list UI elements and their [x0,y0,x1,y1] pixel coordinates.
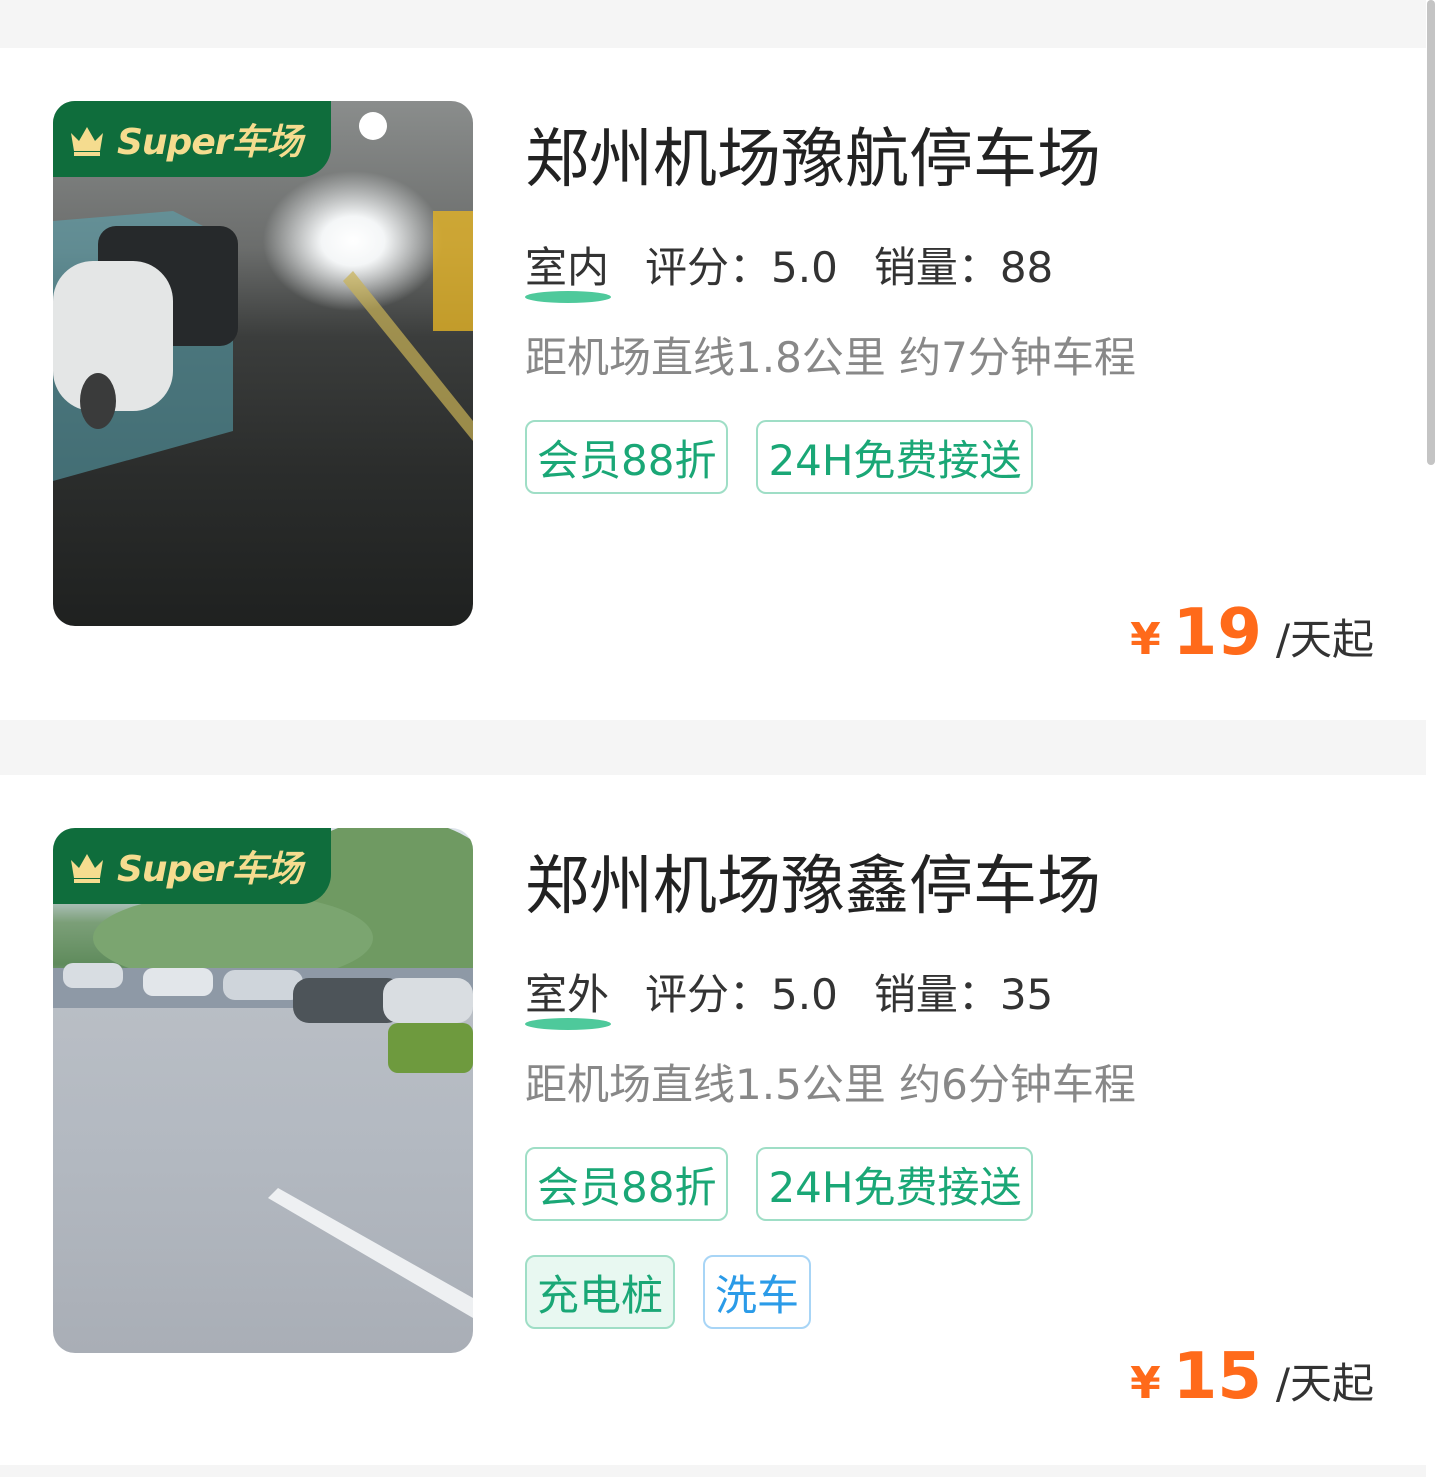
price-value: 15 [1172,1340,1262,1414]
photo-scene [53,828,473,1318]
parking-card[interactable]: Super车场 郑州机场豫航停车场 室内 评分：5.0 销量：88 距机场直线1… [0,48,1426,720]
tag-list: 会员88折 24H免费接送 [525,420,1061,494]
price-unit: /天起 [1275,1359,1374,1408]
parking-meta: 室外 评分：5.0 销量：35 [525,961,1089,1030]
parking-card[interactable]: Super车场 郑州机场豫鑫停车场 室外 评分：5.0 销量：35 距机场直线1… [0,775,1426,1465]
location-type-badge: 室外 [525,961,612,1030]
super-badge-label: Super车场 [117,122,302,163]
distance-text: 距机场直线1.5公里 约6分钟车程 [525,1060,1136,1109]
tag-member-discount: 会员88折 [525,420,729,494]
facility-tag-list: 充电桩 洗车 [525,1255,839,1329]
super-badge-label: Super车场 [117,849,302,890]
photo-scene [53,112,473,481]
super-badge: Super车场 [53,828,331,904]
price-currency: ¥ [1130,614,1161,665]
rating-text: 评分：5.0 [645,970,838,1019]
price-value: 19 [1172,596,1262,670]
parking-meta: 室内 评分：5.0 销量：88 [525,234,1089,303]
price: ¥ 15 /天起 [1130,1340,1374,1414]
price-currency: ¥ [1130,1358,1161,1409]
price: ¥ 19 /天起 [1130,596,1374,670]
scrollbar-thumb[interactable] [1427,0,1435,465]
parking-photo: Super车场 [53,828,473,1353]
parking-name: 郑州机场豫航停车场 [525,123,1101,197]
distance-text: 距机场直线1.8公里 约7分钟车程 [525,333,1136,382]
tag-charging-pile: 充电桩 [525,1255,676,1329]
rating-text: 评分：5.0 [645,243,838,292]
sales-text: 销量：35 [873,970,1054,1019]
crown-icon [71,854,103,883]
parking-photo: Super车场 [53,101,473,626]
tag-free-shuttle: 24H免费接送 [756,1147,1034,1221]
parking-name: 郑州机场豫鑫停车场 [525,850,1101,924]
crown-icon [71,127,103,156]
tag-list: 会员88折 24H免费接送 [525,1147,1061,1221]
sales-text: 销量：88 [873,243,1054,292]
tag-free-shuttle: 24H免费接送 [756,420,1034,494]
tag-member-discount: 会员88折 [525,1147,729,1221]
super-badge: Super车场 [53,101,331,177]
price-unit: /天起 [1275,615,1374,664]
tag-car-wash: 洗车 [703,1255,812,1329]
location-type-badge: 室内 [525,234,612,303]
